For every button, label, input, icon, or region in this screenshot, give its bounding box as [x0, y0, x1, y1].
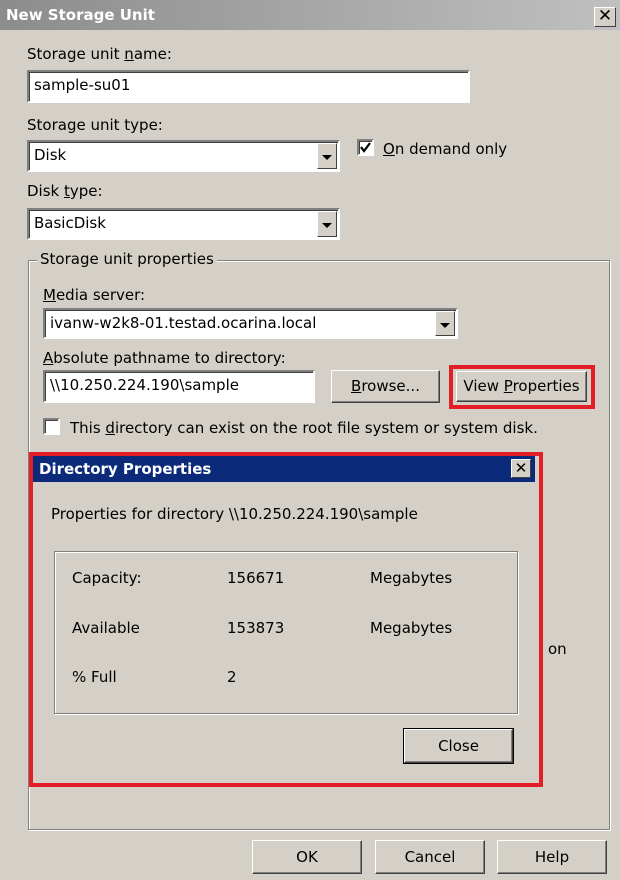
chevron-down-icon[interactable] — [435, 311, 455, 336]
directory-properties-dialog: Directory Properties ✕ Properties for di… — [33, 456, 535, 782]
close-button[interactable]: Close — [404, 729, 513, 763]
directory-properties-header: Properties for directory \\10.250.224.19… — [51, 505, 418, 523]
disk-type-value: BasicDisk — [34, 214, 106, 232]
root-filesystem-checkbox[interactable] — [43, 418, 60, 435]
help-button[interactable]: Help — [497, 840, 607, 874]
disk-type-label: Disk type: — [27, 182, 103, 200]
root-filesystem-label[interactable]: This directory can exist on the root fil… — [70, 419, 538, 437]
capacity-label: Capacity: — [72, 569, 142, 587]
percent-full-label: % Full — [72, 668, 117, 686]
view-properties-button[interactable]: View Properties — [456, 371, 587, 402]
media-server-label: Media server: — [43, 286, 146, 304]
directory-properties-titlebar[interactable]: Directory Properties ✕ — [33, 456, 535, 482]
window-titlebar[interactable]: New Storage Unit ✕ — [0, 0, 620, 30]
available-unit: Megabytes — [370, 619, 453, 637]
storage-unit-properties-group-label: Storage unit properties — [37, 250, 217, 268]
storage-unit-type-select[interactable]: Disk — [27, 140, 340, 172]
on-demand-only-label[interactable]: On demand only — [383, 140, 507, 158]
capacity-unit: Megabytes — [370, 569, 453, 587]
ok-button[interactable]: OK — [252, 840, 362, 874]
chevron-down-icon[interactable] — [317, 143, 337, 169]
browse-button[interactable]: Browse... — [331, 370, 440, 403]
pathname-input[interactable]: \\10.250.224.190\sample — [43, 370, 315, 403]
window-close-button[interactable]: ✕ — [594, 7, 616, 27]
available-value: 153873 — [227, 619, 285, 637]
storage-unit-type-label: Storage unit type: — [27, 116, 163, 134]
media-server-select[interactable]: ivanw-w2k8-01.testad.ocarina.local — [43, 308, 458, 339]
directory-properties-title: Directory Properties — [39, 460, 212, 478]
storage-unit-name-label: Storage unit name: — [27, 45, 172, 63]
obscured-text-fragment: on — [548, 640, 567, 658]
storage-unit-type-value: Disk — [34, 146, 67, 164]
capacity-value: 156671 — [227, 569, 285, 587]
media-server-value: ivanw-w2k8-01.testad.ocarina.local — [50, 314, 317, 332]
window-title: New Storage Unit — [6, 6, 155, 24]
on-demand-only-checkbox[interactable] — [357, 139, 374, 156]
available-label: Available — [72, 619, 140, 637]
directory-properties-close-icon[interactable]: ✕ — [511, 459, 531, 478]
storage-unit-name-input[interactable]: sample-su01 — [27, 70, 470, 103]
chevron-down-icon[interactable] — [317, 211, 337, 237]
disk-type-select[interactable]: BasicDisk — [27, 208, 340, 240]
cancel-button[interactable]: Cancel — [375, 840, 485, 874]
percent-full-value: 2 — [227, 668, 237, 686]
checkmark-icon — [360, 142, 371, 153]
pathname-label: Absolute pathname to directory: — [43, 349, 286, 367]
